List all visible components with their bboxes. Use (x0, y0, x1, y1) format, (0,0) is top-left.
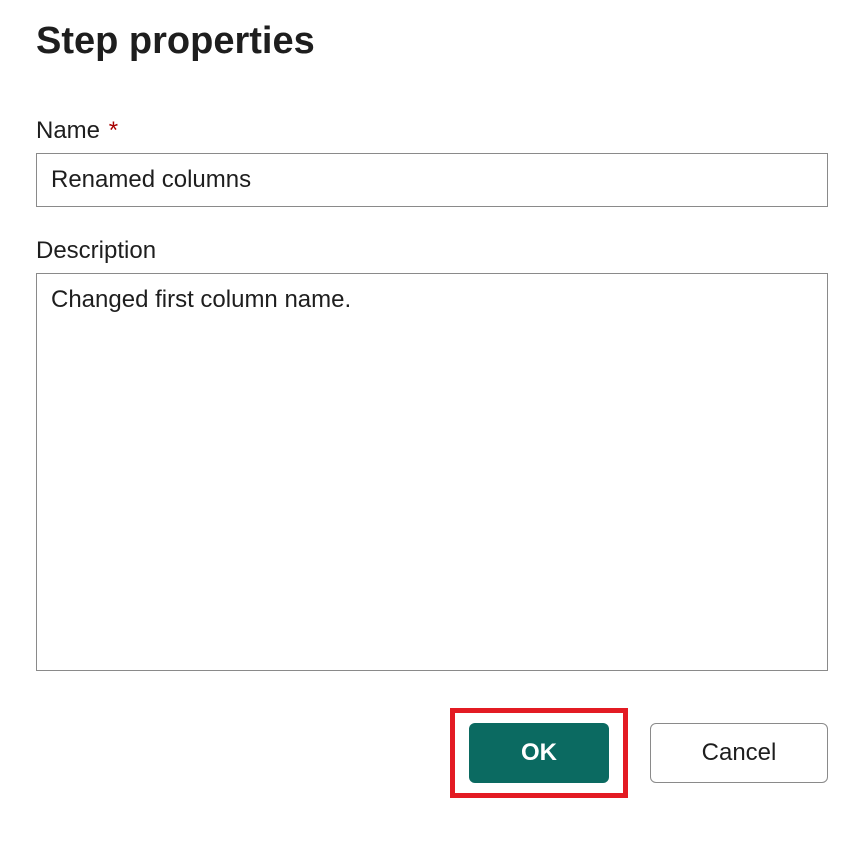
name-field-group: Name * (36, 117, 825, 207)
name-input[interactable] (36, 153, 828, 207)
dialog-title: Step properties (36, 20, 825, 63)
description-field-group: Description (36, 237, 825, 676)
cancel-button[interactable]: Cancel (650, 723, 828, 783)
button-row: OK Cancel (36, 708, 828, 798)
ok-button-highlight: OK (450, 708, 628, 798)
description-input[interactable] (36, 273, 828, 671)
step-properties-dialog: Step properties Name * Description OK Ca… (0, 0, 861, 834)
ok-button[interactable]: OK (469, 723, 609, 783)
name-label-text: Name (36, 117, 100, 144)
name-label: Name * (36, 117, 825, 145)
description-label: Description (36, 237, 825, 265)
required-indicator-icon: * (109, 117, 118, 144)
